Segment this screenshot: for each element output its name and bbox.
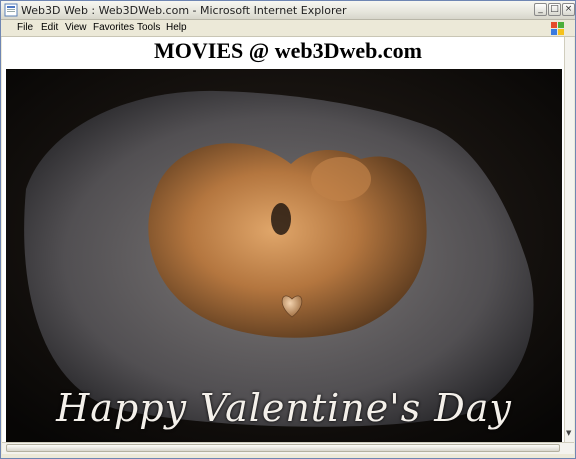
menu-bar: File Edit View Favorites Tools Help	[1, 20, 575, 37]
minimize-button[interactable]: _	[534, 3, 547, 16]
vertical-scrollbar[interactable]: ▼	[564, 37, 574, 442]
window-title: Web3D Web : Web3DWeb.com - Microsoft Int…	[21, 4, 347, 17]
menu-favorites[interactable]: Favorites	[93, 22, 134, 33]
menu-help[interactable]: Help	[166, 22, 187, 33]
page-content: MOVIES @ web3Dweb.com Happy Valentine's …	[2, 37, 574, 442]
ie-page-icon	[4, 3, 18, 17]
close-button[interactable]: ×	[562, 3, 575, 16]
horizontal-scrollbar[interactable]	[2, 442, 574, 454]
windows-logo-icon	[551, 22, 564, 35]
video-caption: Happy Valentine's Day	[56, 386, 512, 430]
menu-edit[interactable]: Edit	[41, 22, 58, 33]
maximize-button[interactable]: □	[548, 3, 561, 16]
scroll-thumb[interactable]	[6, 444, 560, 452]
menu-view[interactable]: View	[65, 22, 87, 33]
browser-window: Web3D Web : Web3DWeb.com - Microsoft Int…	[0, 0, 576, 459]
scroll-down-icon[interactable]: ▼	[566, 429, 571, 437]
page-title: MOVIES @ web3Dweb.com	[154, 38, 422, 63]
menu-tools[interactable]: Tools	[137, 22, 160, 33]
video-player[interactable]: Happy Valentine's Day	[6, 69, 562, 442]
title-bar[interactable]: Web3D Web : Web3DWeb.com - Microsoft Int…	[1, 1, 575, 20]
menu-file[interactable]: File	[17, 22, 33, 33]
